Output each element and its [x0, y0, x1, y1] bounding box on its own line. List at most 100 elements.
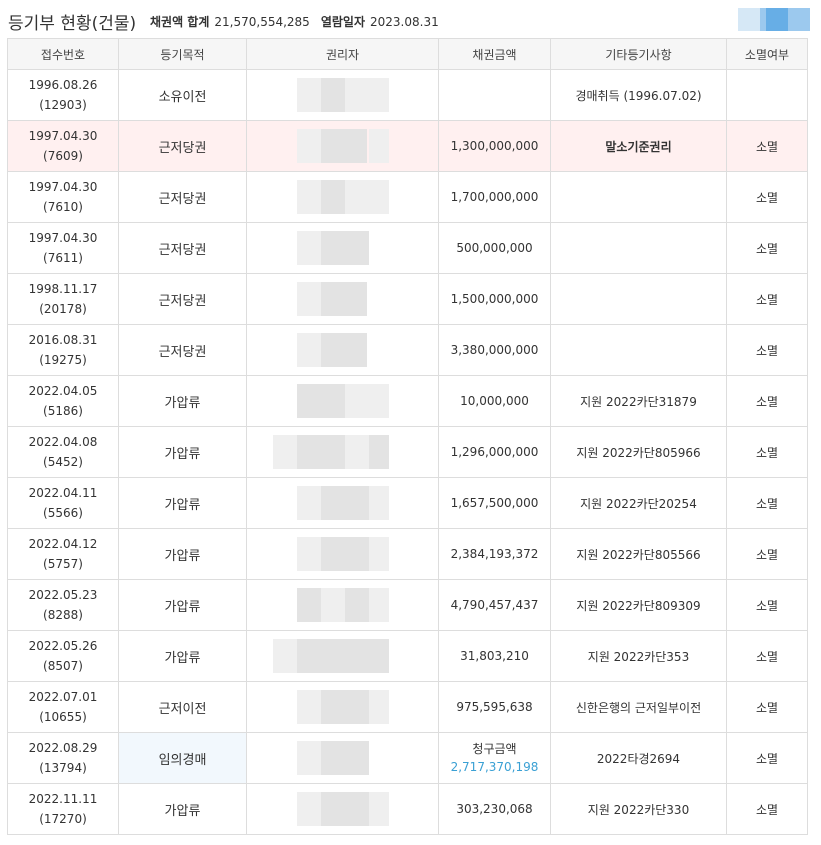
other-notes-cell: 지원 2022카단330	[550, 783, 727, 835]
receipt-cell: 1997.04.30 (7611)	[7, 222, 119, 274]
extinction-cell: 소멸	[726, 375, 808, 427]
purpose-cell: 임의경매	[118, 732, 247, 784]
redacted-block	[345, 588, 369, 622]
right-holder-cell	[246, 69, 439, 121]
receipt-date: 2022.04.08	[28, 435, 98, 449]
purpose-cell: 근저당권	[118, 324, 247, 376]
purpose-cell: 가압류	[118, 375, 247, 427]
redacted-block	[297, 180, 321, 214]
redacted-block	[297, 231, 321, 265]
other-notes-cell	[550, 171, 727, 223]
redacted-block	[369, 129, 389, 163]
table-row: 1997.04.30 (7610) 근저당권 1,700,000,000 소멸	[7, 171, 808, 223]
date-value: 2023.08.31	[370, 15, 439, 29]
receipt-cell: 2022.07.01 (10655)	[7, 681, 119, 733]
receipt-cell: 2022.05.26 (8507)	[7, 630, 119, 682]
col-right-holder: 권리자	[246, 38, 439, 70]
redacted-block	[321, 435, 345, 469]
receipt-cell: 2022.04.08 (5452)	[7, 426, 119, 478]
col-claim-amount: 채권금액	[438, 38, 551, 70]
redacted-block	[345, 435, 369, 469]
register-table: 접수번호 등기목적 권리자 채권금액 기타등기사항 소멸여부 1996.08.2…	[7, 38, 808, 835]
amount-cell: 303,230,068	[438, 783, 551, 835]
redacted-block	[369, 588, 389, 622]
redacted-block	[297, 639, 345, 673]
col-receipt-number: 접수번호	[7, 38, 119, 70]
receipt-cell: 2022.04.12 (5757)	[7, 528, 119, 580]
amount-cell: 1,500,000,000	[438, 273, 551, 325]
redacted-block	[369, 537, 389, 571]
receipt-number: (19275)	[39, 353, 87, 367]
purpose-cell: 근저당권	[118, 273, 247, 325]
redacted-block	[369, 78, 389, 112]
receipt-cell: 1997.04.30 (7610)	[7, 171, 119, 223]
right-holder-cell	[246, 477, 439, 529]
receipt-number: (5186)	[43, 404, 83, 418]
table-row: 2016.08.31 (19275) 근저당권 3,380,000,000 소멸	[7, 324, 808, 376]
amount-cell: 청구금액 2,717,370,198	[438, 732, 551, 784]
other-notes-cell	[550, 222, 727, 274]
legend-swatch	[738, 8, 760, 31]
other-notes-cell	[550, 273, 727, 325]
redacted-block	[297, 537, 321, 571]
purpose-cell: 가압류	[118, 579, 247, 631]
right-holder-cell	[246, 375, 439, 427]
right-holder-cell	[246, 630, 439, 682]
extinction-cell	[726, 69, 808, 121]
table-row: 2022.05.23 (8288) 가압류 4,790,457,437 지원 2022카…	[7, 579, 808, 631]
redacted-block	[369, 639, 389, 673]
receipt-date: 1997.04.30	[28, 231, 98, 245]
color-legend	[738, 8, 810, 31]
purpose-cell: 근저당권	[118, 120, 247, 172]
redacted-block	[369, 384, 389, 418]
legend-swatch	[766, 8, 788, 31]
right-holder-cell	[246, 528, 439, 580]
purpose-cell: 가압류	[118, 630, 247, 682]
amount-cell	[438, 69, 551, 121]
page-title: 등기부 현황(건물)	[8, 14, 137, 34]
date-label: 열람일자	[320, 15, 365, 29]
redacted-block	[369, 690, 389, 724]
receipt-date: 1997.04.30	[28, 180, 98, 194]
receipt-date: 2022.04.11	[28, 486, 98, 500]
receipt-date: 1998.11.17	[28, 282, 98, 296]
receipt-date: 2022.05.23	[28, 588, 98, 602]
receipt-number: (7611)	[43, 251, 83, 265]
col-purpose: 등기목적	[118, 38, 247, 70]
redacted-block	[321, 792, 369, 826]
right-holder-cell	[246, 783, 439, 835]
amount-cell: 500,000,000	[438, 222, 551, 274]
receipt-date: 2022.08.29	[28, 741, 98, 755]
receipt-date: 2022.04.05	[28, 384, 98, 398]
extinction-cell: 소멸	[726, 324, 808, 376]
receipt-number: (5757)	[43, 557, 83, 571]
redacted-block	[345, 384, 369, 418]
amount-cell: 975,595,638	[438, 681, 551, 733]
col-other-notes: 기타등기사항	[550, 38, 727, 70]
redacted-block	[321, 78, 345, 112]
table-row: 1997.04.30 (7609) 근저당권 1,300,000,000 말소기준권리 소…	[7, 120, 808, 172]
register-header: 등기부 현황(건물) 채권액 합계 21,570,554,285 열람일자 2023.…	[0, 0, 821, 38]
redacted-block	[297, 741, 321, 775]
total-value: 21,570,554,285	[214, 15, 310, 29]
receipt-cell: 2022.11.11 (17270)	[7, 783, 119, 835]
table-row: 1997.04.30 (7611) 근저당권 500,000,000 소멸	[7, 222, 808, 274]
other-notes-cell: 지원 2022카단353	[550, 630, 727, 682]
other-notes-cell: 경매취득 (1996.07.02)	[550, 69, 727, 121]
amount-cell: 1,300,000,000	[438, 120, 551, 172]
amount-cell: 3,380,000,000	[438, 324, 551, 376]
receipt-number: (10655)	[39, 710, 87, 724]
redacted-block	[273, 639, 297, 673]
amount-cell: 4,790,457,437	[438, 579, 551, 631]
purpose-cell: 가압류	[118, 426, 247, 478]
claim-label: 청구금액	[472, 742, 517, 756]
receipt-date: 2022.05.26	[28, 639, 98, 653]
extinction-cell: 소멸	[726, 732, 808, 784]
redacted-block	[297, 792, 321, 826]
redacted-block	[321, 486, 369, 520]
table-row: 1996.08.26 (12903) 소유이전 경매취득 (1996.07.02)	[7, 69, 808, 121]
table-row: 2022.08.29 (13794) 임의경매 청구금액 2,717,370,198 20…	[7, 732, 808, 784]
extinction-cell: 소멸	[726, 171, 808, 223]
total-label: 채권액 합계	[150, 15, 210, 29]
other-notes-cell: 말소기준권리	[550, 120, 727, 172]
